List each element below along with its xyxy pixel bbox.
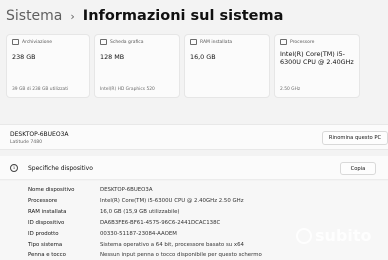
spec-value: Nessun input penna o tocco disponibile p… <box>100 252 262 258</box>
spec-value: 16,0 GB (15,9 GB utilizzabile) <box>100 209 180 215</box>
table-row: Penna e tocco Nessun input penna o tocco… <box>0 252 388 260</box>
ram-icon <box>190 39 197 45</box>
spec-key: Penna e tocco <box>28 252 66 258</box>
watermark-text: subito <box>315 226 372 245</box>
breadcrumb-sistema[interactable]: Sistema <box>6 8 62 24</box>
card-graphics[interactable]: Scheda grafica 128 MB Intel(R) HD Graphi… <box>94 34 180 98</box>
copy-button[interactable]: Copia <box>340 162 376 175</box>
processor-icon <box>280 39 287 45</box>
device-model: Latitude 7480 <box>10 140 43 145</box>
table-row: RAM installata 16,0 GB (15,9 GB utilizza… <box>0 209 388 218</box>
watermark: subito <box>296 226 372 245</box>
card-label: RAM installata <box>200 39 233 45</box>
storage-icon <box>12 39 19 45</box>
spec-value: Intel(R) Core(TM) i5-6300U CPU @ 2.40GHz… <box>100 198 244 204</box>
card-processor[interactable]: Processore Intel(R) Core(TM) i5-6300U CP… <box>274 34 360 98</box>
card-ram[interactable]: RAM installata 16,0 GB <box>184 34 270 98</box>
specs-title: Specifiche dispositivo <box>28 165 93 172</box>
card-value: 238 GB <box>12 53 36 61</box>
device-name: DESKTOP-6BUEO3A <box>10 131 69 138</box>
card-subtext: 39 GB di 238 GB utilizzati <box>12 87 69 92</box>
summary-cards: Archiviazione 238 GB 39 GB di 238 GB uti… <box>6 34 382 98</box>
specs-table: Nome dispositivo DESKTOP-6BUEO3A Process… <box>0 181 388 260</box>
spec-value: DESKTOP-6BUEO3A <box>100 187 153 193</box>
spec-value: 00330-51187-23084-AAOEM <box>100 231 177 237</box>
rename-pc-button[interactable]: Rinomina questo PC <box>322 131 388 145</box>
spec-key: Tipo sistema <box>28 242 63 248</box>
card-value: Intel(R) Core(TM) i5-6300U CPU @ 2.40GHz <box>280 50 354 66</box>
page-title: Informazioni sul sistema <box>82 8 284 24</box>
spec-key: Nome dispositivo <box>28 187 75 193</box>
card-label: Scheda grafica <box>110 39 144 45</box>
card-value: 128 MB <box>100 53 125 61</box>
spec-value: DA6B3FE6-BF61-4575-96C6-2441DCAC138C <box>100 220 221 226</box>
table-row: Processore Intel(R) Core(TM) i5-6300U CP… <box>0 198 388 207</box>
card-value: 16,0 GB <box>190 53 216 61</box>
card-subtext: Intel(R) HD Graphics 520 <box>100 87 155 92</box>
spec-key: ID prodotto <box>28 231 59 237</box>
spec-value: Sistema operativo a 64 bit, processore b… <box>100 242 244 248</box>
info-icon: i <box>10 164 18 172</box>
graphics-card-icon <box>100 39 107 45</box>
table-row: Nome dispositivo DESKTOP-6BUEO3A <box>0 187 388 196</box>
card-subtext: 2.50 GHz <box>280 87 301 92</box>
spec-key: RAM installata <box>28 209 67 215</box>
spec-key: ID dispositivo <box>28 220 65 226</box>
card-label: Archiviazione <box>22 39 53 45</box>
breadcrumb-separator: › <box>70 10 75 23</box>
card-storage[interactable]: Archiviazione 238 GB 39 GB di 238 GB uti… <box>6 34 90 98</box>
page-header: Sistema › Informazioni sul sistema <box>6 8 283 24</box>
spec-key: Processore <box>28 198 58 204</box>
card-label: Processore <box>290 39 315 45</box>
watermark-logo-icon <box>296 227 312 244</box>
